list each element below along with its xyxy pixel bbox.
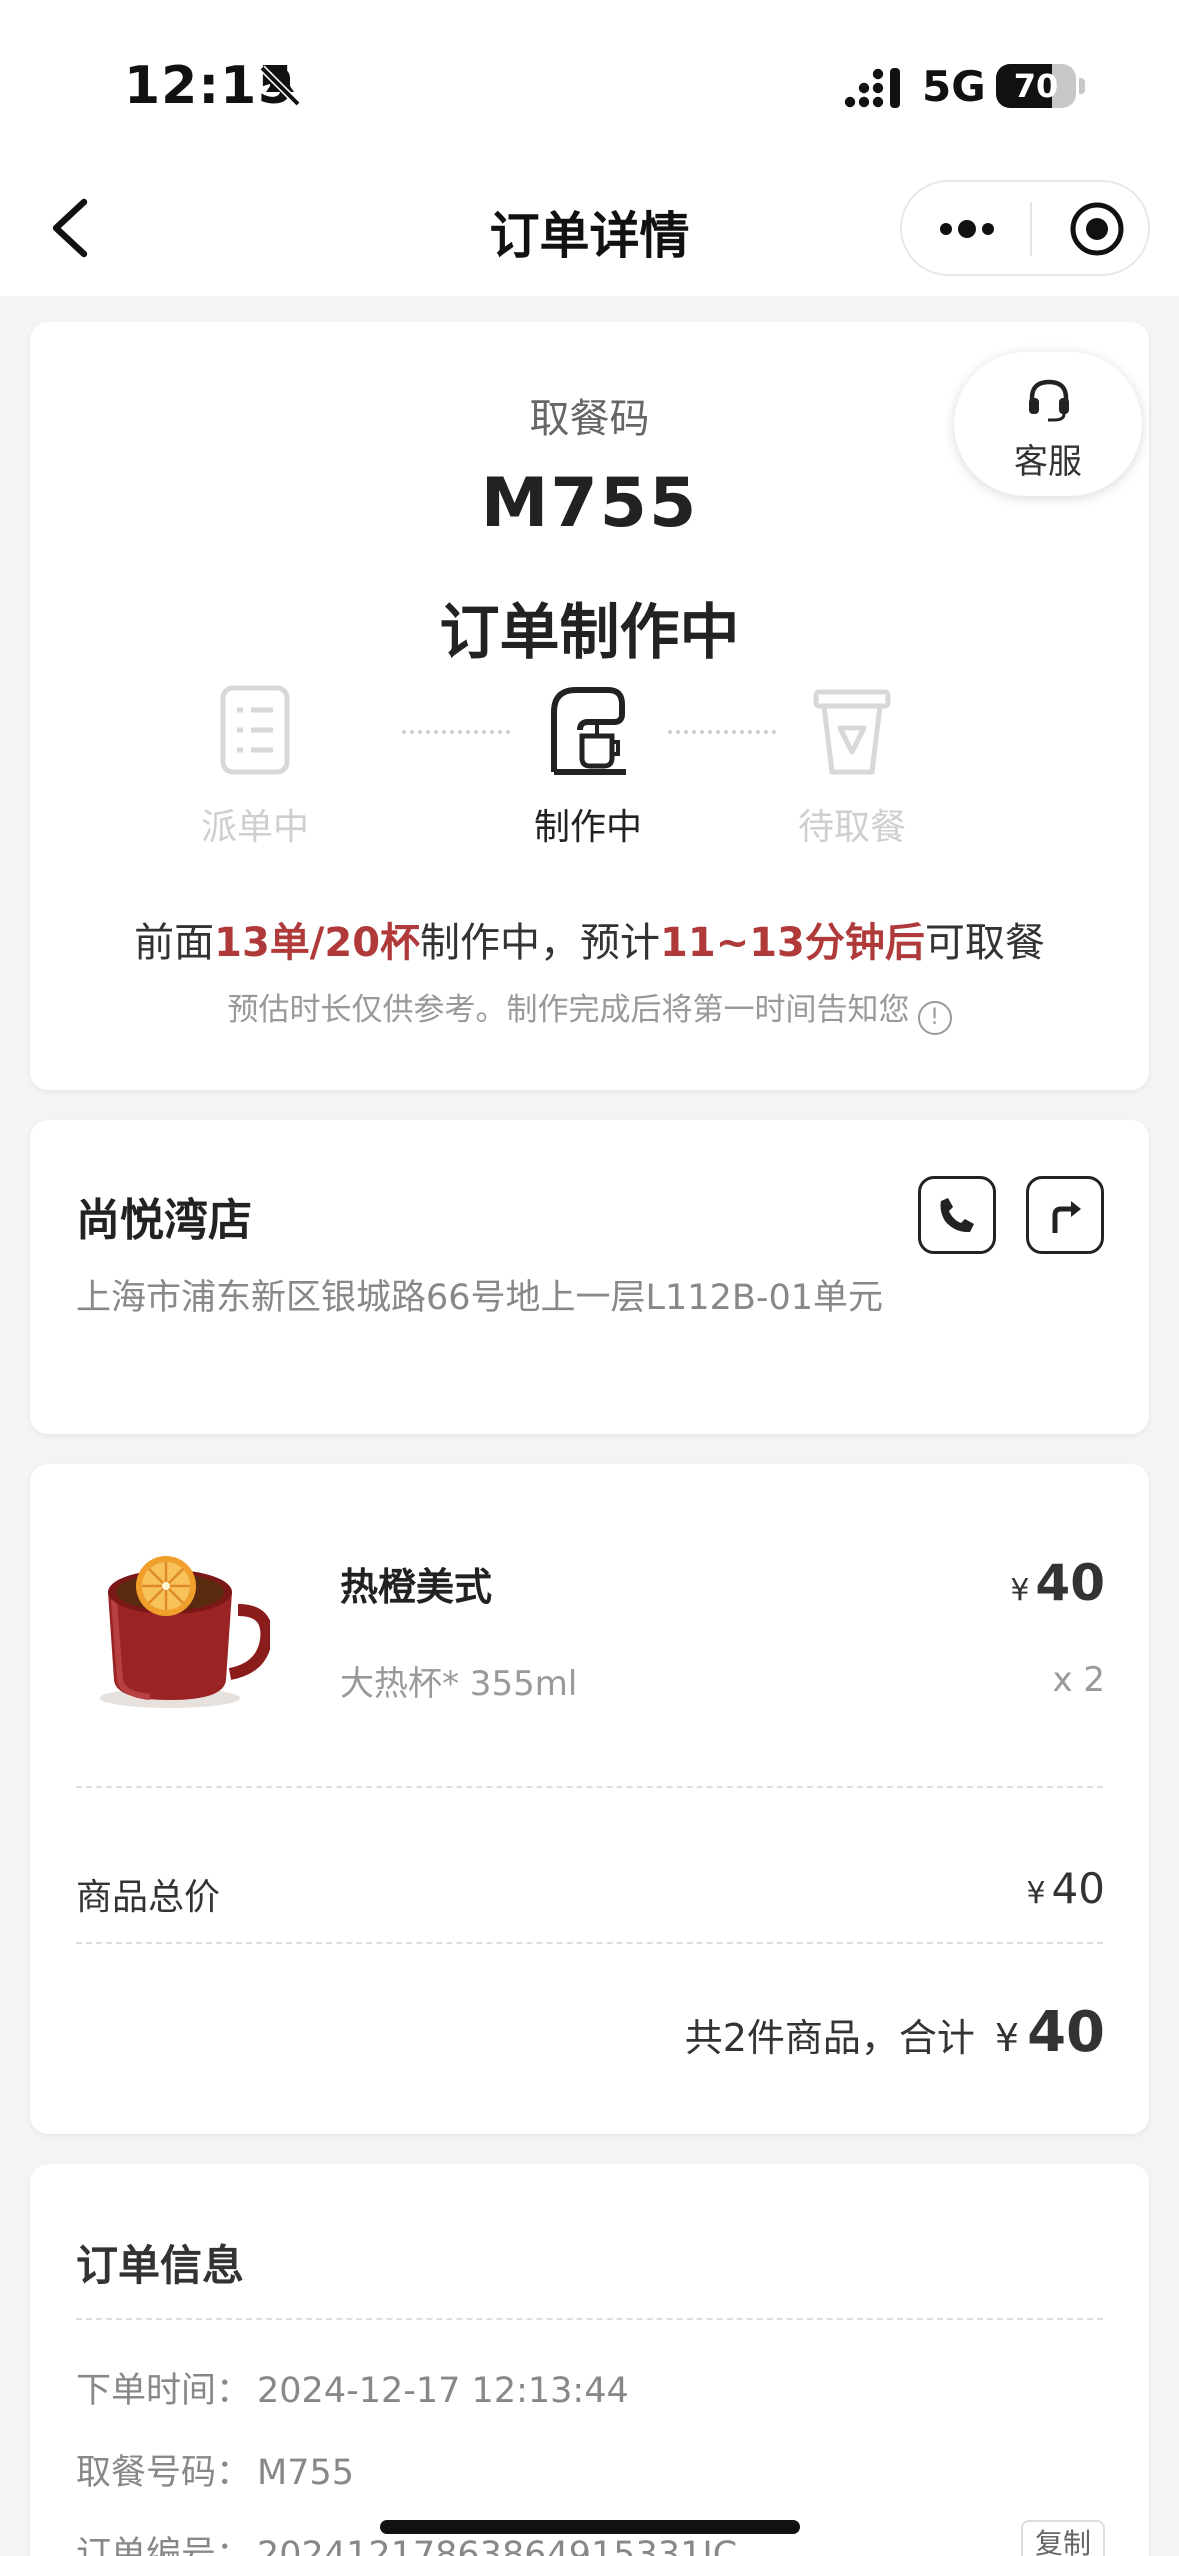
navigate-button[interactable] — [1026, 1176, 1104, 1254]
battery-percent: 70 — [1013, 67, 1059, 105]
home-indicator[interactable] — [380, 2520, 800, 2534]
product-spec: 大热杯* 355ml — [340, 1664, 578, 1704]
order-status-title: 订单制作中 — [439, 598, 740, 668]
nav-bar: 订单详情 — [0, 160, 1179, 296]
capsule-divider — [1030, 202, 1032, 256]
currency-symbol: ¥ — [1010, 1573, 1030, 1608]
queue-info: 前面13单/20杯制作中，预计11~13分钟后可取餐 — [30, 910, 1149, 968]
order-list-icon — [220, 685, 290, 775]
step-label-making: 制作中 — [533, 807, 642, 848]
cellular-signal-icon — [844, 68, 900, 108]
product-quantity: x 2 — [1052, 1660, 1105, 1700]
order-number-value: 20241217863864915331IC — [257, 2535, 738, 2556]
total-amount: ¥40 — [995, 2000, 1105, 2065]
miniprogram-capsule — [900, 180, 1150, 276]
order-items-card: 热橙美式 大热杯* 355ml ¥40 x 2 商品总价 ¥40 共2件商品，合… — [30, 1464, 1149, 2134]
pickup-number-value: M755 — [257, 2453, 355, 2493]
store-card: 尚悦湾店 上海市浦东新区银城路66号地上一层L112B-01单元 — [30, 1120, 1149, 1434]
battery-nub — [1079, 78, 1085, 94]
queue-eta: 11~13分钟后 — [660, 920, 925, 966]
queue-middle: 制作中，预计 — [420, 920, 661, 966]
step-label-ready: 待取餐 — [797, 807, 906, 848]
queue-suffix: 可取餐 — [924, 920, 1045, 966]
pickup-number-row: 取餐号码： M755 — [76, 2444, 354, 2495]
estimate-note: 预估时长仅供参考。制作完成后将第一时间告知您! — [30, 984, 1149, 1035]
total-text: 共2件商品，合计 — [684, 2016, 975, 2060]
bell-muted-icon — [259, 65, 301, 107]
divider — [76, 2318, 1103, 2320]
customer-service-label: 客服 — [1014, 442, 1082, 482]
order-info-card: 订单信息 下单时间： 2024-12-17 12:13:44 取餐号码： M755 … — [30, 2164, 1149, 2556]
pickup-number-label: 取餐号码： — [76, 2453, 252, 2493]
subtotal-value: ¥40 — [1026, 1864, 1105, 1913]
customer-service-button[interactable]: 客服 — [954, 352, 1142, 496]
step-making: 制作中 — [488, 682, 688, 848]
total-row: 共2件商品，合计 ¥40 — [685, 2000, 1105, 2065]
product-price: ¥40 — [1010, 1554, 1105, 1612]
product-image — [100, 1556, 270, 1708]
subtotal-amount: 40 — [1051, 1864, 1105, 1913]
screen: 12:15 5G 70 订单详情 取餐码 M755 订单制作中 派单中 制作中 … — [0, 0, 1179, 2556]
product-price-value: 40 — [1035, 1554, 1105, 1612]
status-bar: 12:15 5G 70 — [0, 0, 1179, 160]
order-info-title: 订单信息 — [76, 2241, 245, 2290]
network-type: 5G — [922, 62, 986, 111]
estimate-note-text: 预估时长仅供参考。制作完成后将第一时间告知您 — [227, 992, 910, 1028]
call-store-button[interactable] — [918, 1176, 996, 1254]
order-time-value: 2024-12-17 12:13:44 — [257, 2371, 629, 2411]
total-value: 40 — [1027, 2000, 1105, 2065]
coffee-machine-icon — [551, 687, 626, 775]
info-icon[interactable]: ! — [917, 1001, 952, 1035]
store-address: 上海市浦东新区银城路66号地上一层L112B-01单元 — [76, 1278, 884, 1318]
headset-icon — [1029, 379, 1069, 422]
order-time-label: 下单时间： — [76, 2371, 252, 2411]
phone-icon — [940, 1198, 974, 1233]
step-ready: 待取餐 — [752, 682, 952, 848]
store-name: 尚悦湾店 — [76, 1195, 252, 1246]
takeaway-cup-icon — [813, 689, 891, 775]
step-dispatching: 派单中 — [155, 682, 355, 848]
currency-symbol: ¥ — [1026, 1876, 1046, 1911]
currency-symbol: ¥ — [994, 2016, 1020, 2060]
directions-icon — [1052, 1201, 1081, 1233]
order-number-label: 订单编号： — [76, 2535, 252, 2556]
divider — [76, 1942, 1103, 1944]
battery-indicator: 70 — [996, 64, 1076, 108]
order-time-row: 下单时间： 2024-12-17 12:13:44 — [76, 2362, 629, 2413]
more-icon[interactable] — [934, 206, 1000, 252]
copy-order-number-button[interactable]: 复制 — [1021, 2520, 1105, 2556]
product-name: 热橙美式 — [340, 1565, 493, 1609]
divider — [76, 1786, 1103, 1788]
step-label-dispatching: 派单中 — [200, 807, 309, 848]
queue-count: 13单/20杯 — [214, 920, 421, 966]
close-miniprogram-icon[interactable] — [1068, 200, 1126, 258]
subtotal-label: 商品总价 — [76, 1877, 221, 1918]
queue-prefix: 前面 — [134, 920, 215, 966]
